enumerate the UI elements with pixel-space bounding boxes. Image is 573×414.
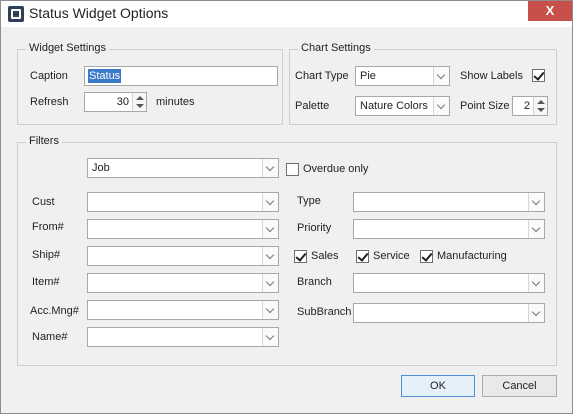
sales-checkbox[interactable] (294, 250, 307, 263)
chevron-down-icon[interactable] (528, 193, 544, 211)
branch-label: Branch (297, 276, 332, 288)
ok-button[interactable]: OK (401, 375, 475, 397)
spin-down-icon[interactable] (136, 104, 144, 108)
manufacturing-label: Manufacturing (437, 250, 507, 262)
item-label: Item# (32, 276, 60, 288)
ship-select[interactable] (87, 246, 279, 266)
widget-settings-group: Widget Settings Caption Status Refresh 3… (17, 42, 283, 125)
app-icon (8, 6, 24, 22)
chevron-down-icon[interactable] (433, 67, 449, 85)
refresh-unit-label: minutes (156, 96, 195, 108)
chart-type-select[interactable]: Pie (355, 66, 450, 86)
from-select[interactable] (87, 219, 279, 239)
palette-label: Palette (295, 100, 330, 112)
palette-select[interactable]: Nature Colors (355, 96, 450, 116)
priority-label: Priority (297, 222, 332, 234)
chevron-down-icon[interactable] (433, 97, 449, 115)
name-label: Name# (32, 331, 68, 343)
from-label: From# (32, 221, 64, 233)
caption-input-value: Status (88, 69, 122, 83)
subbranch-select[interactable] (353, 303, 545, 323)
caption-label: Caption (30, 70, 68, 82)
name-select[interactable] (87, 327, 279, 347)
title-bar[interactable]: Status Widget Options X (1, 1, 572, 27)
chevron-down-icon[interactable] (262, 301, 278, 319)
filters-legend: Filters (26, 135, 62, 147)
chevron-down-icon[interactable] (262, 328, 278, 346)
spin-up-icon[interactable] (537, 100, 545, 104)
service-checkbox[interactable] (356, 250, 369, 263)
chevron-down-icon[interactable] (262, 193, 278, 211)
chevron-down-icon[interactable] (528, 220, 544, 238)
overdue-only-checkbox[interactable] (286, 163, 299, 176)
filter-mode-select[interactable]: Job (87, 158, 279, 178)
ship-label: Ship# (32, 249, 61, 261)
chevron-down-icon[interactable] (262, 274, 278, 292)
chart-settings-legend: Chart Settings (298, 42, 374, 54)
item-select[interactable] (87, 273, 279, 293)
chart-type-value: Pie (360, 70, 376, 82)
show-labels-label: Show Labels (460, 70, 523, 82)
sales-label: Sales (311, 250, 339, 262)
manufacturing-checkbox[interactable] (420, 250, 433, 263)
refresh-value: 30 (116, 96, 129, 108)
cust-select[interactable] (87, 192, 279, 212)
type-label: Type (297, 195, 321, 207)
cust-label: Cust (32, 196, 55, 208)
acc-mng-label: Acc.Mng# (30, 305, 79, 317)
spin-down-icon[interactable] (537, 108, 545, 112)
chart-settings-group: Chart Settings Chart Type Pie Show Label… (289, 42, 557, 125)
show-labels-checkbox[interactable] (532, 69, 545, 82)
chevron-down-icon[interactable] (262, 220, 278, 238)
refresh-spinner[interactable]: 30 (84, 92, 147, 112)
window-title: Status Widget Options (29, 5, 169, 21)
palette-value: Nature Colors (360, 100, 428, 112)
point-size-label: Point Size (460, 100, 510, 112)
filter-mode-value: Job (92, 162, 110, 174)
refresh-label: Refresh (30, 96, 69, 108)
close-button[interactable]: X (528, 1, 572, 21)
service-label: Service (373, 250, 410, 262)
filters-group: Filters Job Overdue only Cust From# Ship… (17, 135, 557, 366)
subbranch-label: SubBranch (297, 306, 352, 318)
caption-input[interactable]: Status (84, 66, 278, 86)
overdue-only-label: Overdue only (303, 163, 369, 175)
spin-up-icon[interactable] (136, 96, 144, 100)
priority-select[interactable] (353, 219, 545, 239)
acc-mng-select[interactable] (87, 300, 279, 320)
chevron-down-icon[interactable] (528, 304, 544, 322)
point-size-value: 2 (523, 100, 530, 112)
branch-select[interactable] (353, 273, 545, 293)
cancel-button[interactable]: Cancel (482, 375, 557, 397)
type-select[interactable] (353, 192, 545, 212)
chevron-down-icon[interactable] (262, 247, 278, 265)
refresh-spin-buttons[interactable] (132, 93, 146, 111)
chevron-down-icon[interactable] (528, 274, 544, 292)
widget-settings-legend: Widget Settings (26, 42, 110, 54)
chart-type-label: Chart Type (295, 70, 349, 82)
point-size-spin-buttons[interactable] (533, 97, 547, 115)
dialog-window: Status Widget Options X Widget Settings … (0, 0, 573, 414)
point-size-spinner[interactable]: 2 (512, 96, 548, 116)
chevron-down-icon[interactable] (262, 159, 278, 177)
